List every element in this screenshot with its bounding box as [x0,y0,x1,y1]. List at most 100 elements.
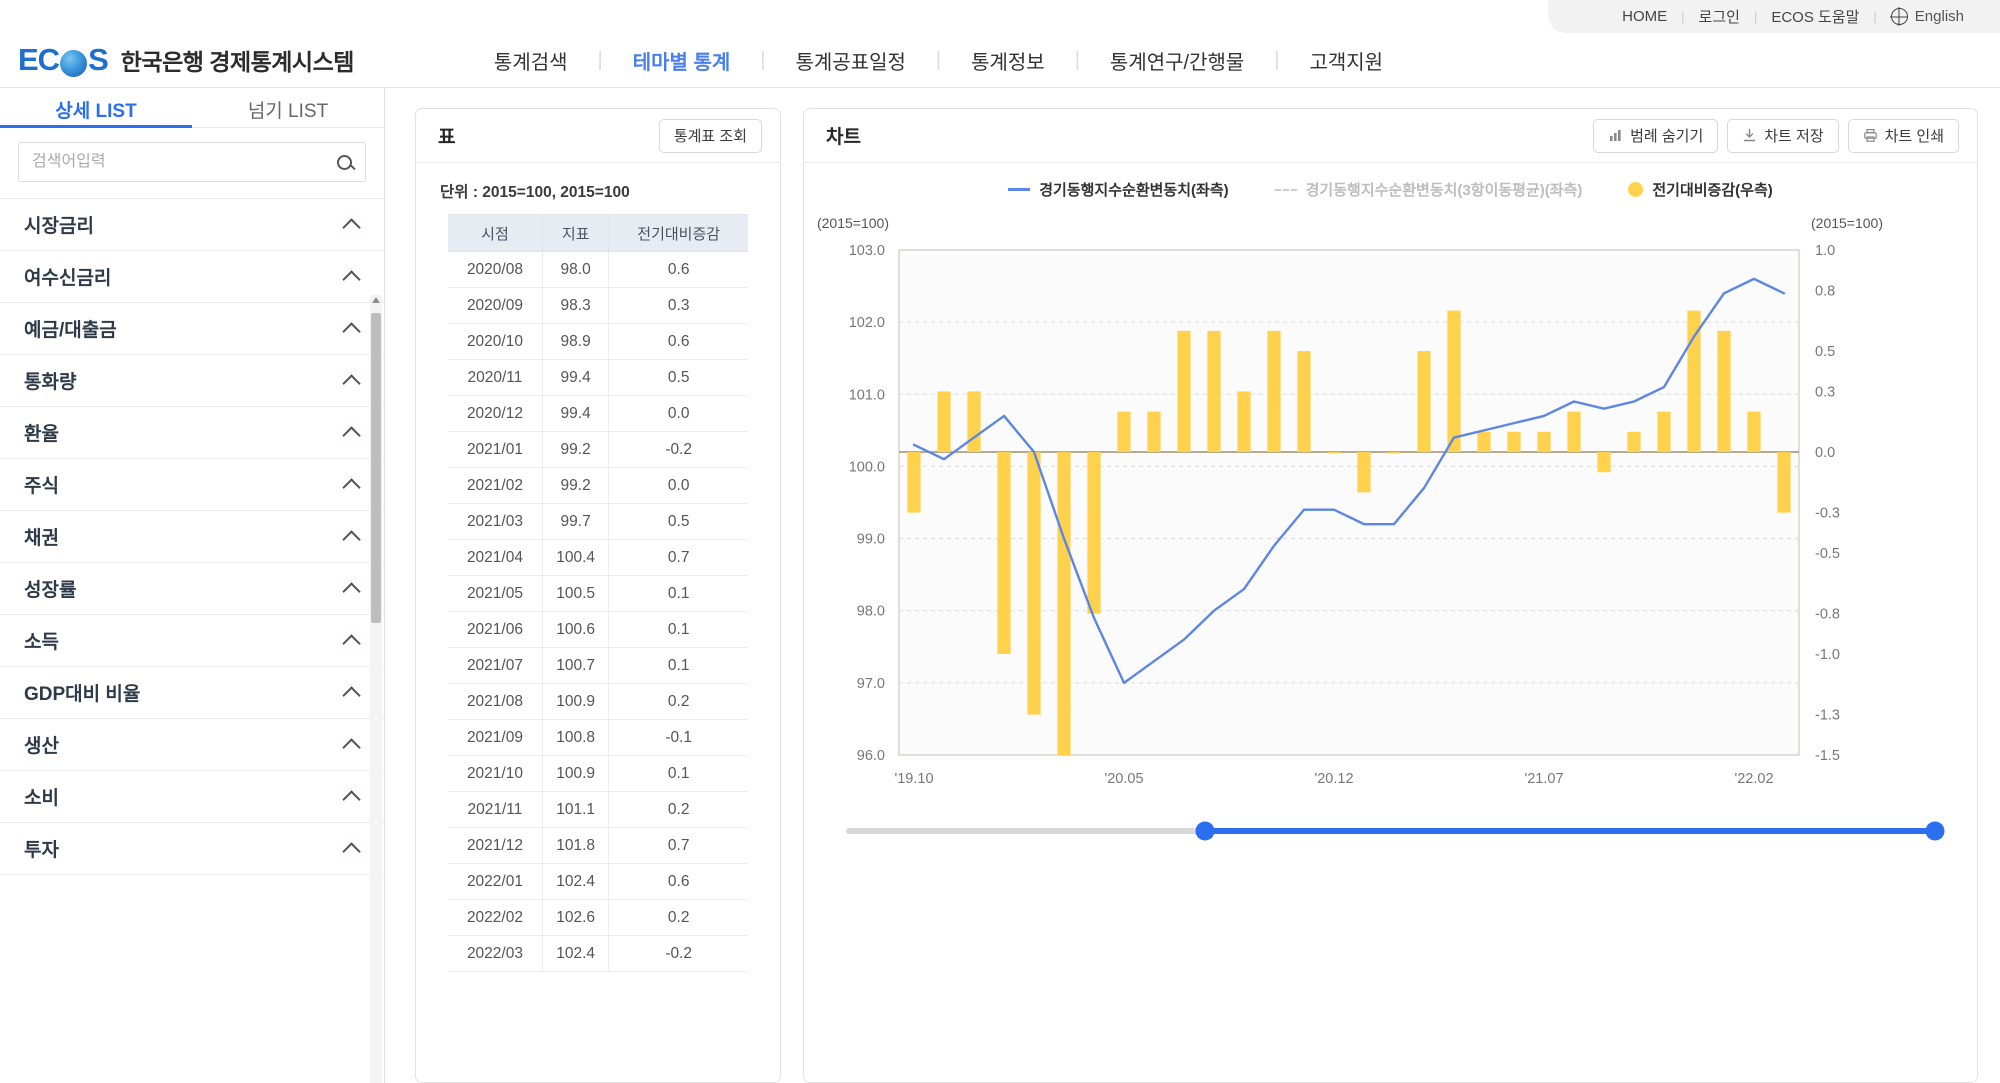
sidebar-item-exchange-rate[interactable]: 환율 [0,407,384,459]
sidebar-tab-detail-list[interactable]: 상세 LIST [0,88,192,127]
chevron-up-icon[interactable] [342,217,361,237]
table-row[interactable]: 2020/08 98.0 0.6 [448,251,748,288]
sidebar-item-production[interactable]: 생산 [0,719,384,771]
bar-period-change[interactable] [1177,330,1191,452]
table-row[interactable]: 2021/08 100.9 0.2 [448,683,748,720]
search-input[interactable] [32,153,337,171]
table-row[interactable]: 2021/04 100.4 0.7 [448,539,748,576]
bar-period-change[interactable] [1717,330,1731,452]
sidebar-item-deposit-loan-rates[interactable]: 여수신금리 [0,251,384,303]
column-header-period[interactable]: 시점 [448,214,543,252]
chevron-up-icon[interactable] [342,581,361,601]
bar-period-change[interactable] [937,391,951,452]
bar-period-change[interactable] [1207,330,1221,452]
bar-period-change[interactable] [1087,452,1101,614]
bar-period-change[interactable] [1147,411,1161,452]
table-row[interactable]: 2020/11 99.4 0.5 [448,359,748,396]
bar-period-change[interactable] [1387,452,1401,454]
search-icon[interactable] [337,154,352,170]
bar-period-change[interactable] [1267,330,1281,452]
chevron-up-icon[interactable] [342,633,361,653]
bar-period-change[interactable] [1297,351,1311,452]
slider-track[interactable] [846,821,1945,841]
bar-period-change[interactable] [1597,452,1611,473]
sidebar-item-growth-rate[interactable]: 성장률 [0,563,384,615]
column-header-change[interactable]: 전기대비증감 [608,214,748,252]
save-chart-button[interactable]: 차트 저장 [1727,118,1839,153]
sidebar-item-deposits-loans[interactable]: 예금/대출금 [0,303,384,355]
print-chart-button[interactable]: 차트 인쇄 [1847,118,1959,153]
chevron-up-icon[interactable] [342,373,361,393]
chevron-up-icon[interactable] [342,841,361,861]
sidebar-item-stocks[interactable]: 주식 [0,459,384,511]
table-row[interactable]: 2021/10 100.9 0.1 [448,755,748,792]
chevron-up-icon[interactable] [342,425,361,445]
chevron-up-icon[interactable] [342,477,361,497]
bar-period-change[interactable] [1447,310,1461,452]
sidebar-item-money-supply[interactable]: 통화량 [0,355,384,407]
table-row[interactable]: 2022/03 102.4 -0.2 [448,935,748,972]
legend-item-moving-average[interactable]: 경기동행지수순환변동치(3항이동평균)(좌측) [1274,179,1582,200]
bar-period-change[interactable] [1507,431,1521,452]
bar-period-change[interactable] [1537,431,1551,452]
sidebar-item-bonds[interactable]: 채권 [0,511,384,563]
table-row[interactable]: 2022/01 102.4 0.6 [448,863,748,900]
legend-item-coincident-index[interactable]: 경기동행지수순환변동치(좌측) [1008,179,1229,200]
table-row[interactable]: 2021/07 100.7 0.1 [448,647,748,684]
sidebar-item-consumption[interactable]: 소비 [0,771,384,823]
chevron-up-icon[interactable] [342,685,361,705]
slider-knob-right[interactable] [1925,821,1945,841]
table-row[interactable]: 2021/03 99.7 0.5 [448,503,748,540]
scroll-up-arrow-icon[interactable] [372,297,380,303]
bar-period-change[interactable] [997,452,1011,654]
column-header-index[interactable]: 지표 [541,214,609,252]
nav-item-statistics-info[interactable]: 통계정보 [941,46,1075,75]
search-box[interactable] [18,142,366,182]
chevron-up-icon[interactable] [342,321,361,341]
bar-period-change[interactable] [1777,452,1791,513]
table-row[interactable]: 2021/12 101.8 0.7 [448,827,748,864]
table-row[interactable]: 2020/10 98.9 0.6 [448,323,748,360]
table-row[interactable]: 2021/09 100.8 -0.1 [448,719,748,756]
bar-period-change[interactable] [1057,452,1071,755]
table-row[interactable]: 2020/09 98.3 0.3 [448,287,748,324]
nav-item-customer-support[interactable]: 고객지원 [1279,46,1413,75]
nav-item-thematic-statistics[interactable]: 테마별 통계 [603,46,761,75]
bar-period-change[interactable] [967,391,981,452]
nav-item-research-publications[interactable]: 통계연구/간행물 [1080,46,1274,75]
hide-legend-button[interactable]: 범례 숨기기 [1593,118,1719,153]
table-row[interactable]: 2021/11 101.1 0.2 [448,791,748,828]
bar-period-change[interactable] [1747,411,1761,452]
bar-period-change[interactable] [1477,431,1491,452]
table-row[interactable]: 2021/01 99.2 -0.2 [448,431,748,468]
bar-period-change[interactable] [1027,452,1041,715]
slider-knob-left[interactable] [1195,821,1215,841]
table-row[interactable]: 2020/12 99.4 0.0 [448,395,748,432]
table-row[interactable]: 2021/02 99.2 0.0 [448,467,748,504]
legend-item-period-change[interactable]: 전기대비증감(우측) [1628,179,1773,200]
scrollbar-thumb[interactable] [371,313,381,623]
chevron-up-icon[interactable] [342,789,361,809]
bar-period-change[interactable] [1357,452,1371,493]
sidebar-item-market-rates[interactable]: 시장금리 [0,199,384,251]
bar-period-change[interactable] [1417,351,1431,452]
table-row[interactable]: 2021/05 100.5 0.1 [448,575,748,612]
chart-range-slider[interactable] [804,810,1977,841]
sidebar-tab-page-list[interactable]: 넘기 LIST [192,88,384,127]
bar-period-change[interactable] [1627,431,1641,452]
bar-period-change[interactable] [1117,411,1131,452]
bar-period-change[interactable] [907,452,921,513]
table-row[interactable]: 2021/06 100.6 0.1 [448,611,748,648]
query-statistics-table-button[interactable]: 통계표 조회 [658,118,762,153]
chevron-up-icon[interactable] [342,737,361,757]
logo[interactable]: EC S 한국은행 경제통계시스템 [18,42,354,78]
help-link[interactable]: ECOS 도움말 [1757,6,1873,27]
sidebar-item-investment[interactable]: 투자 [0,823,384,875]
sidebar-item-gdp-ratio[interactable]: GDP대비 비율 [0,667,384,719]
bar-period-change[interactable] [1237,391,1251,452]
bar-period-change[interactable] [1567,411,1581,452]
sidebar-item-income[interactable]: 소득 [0,615,384,667]
chart-svg[interactable]: (2015=100) (2015=100) 103.0 102.0 101.0 100.0… [804,210,1894,810]
nav-item-statistics-search[interactable]: 통계검색 [464,46,598,75]
chevron-up-icon[interactable] [342,269,361,289]
